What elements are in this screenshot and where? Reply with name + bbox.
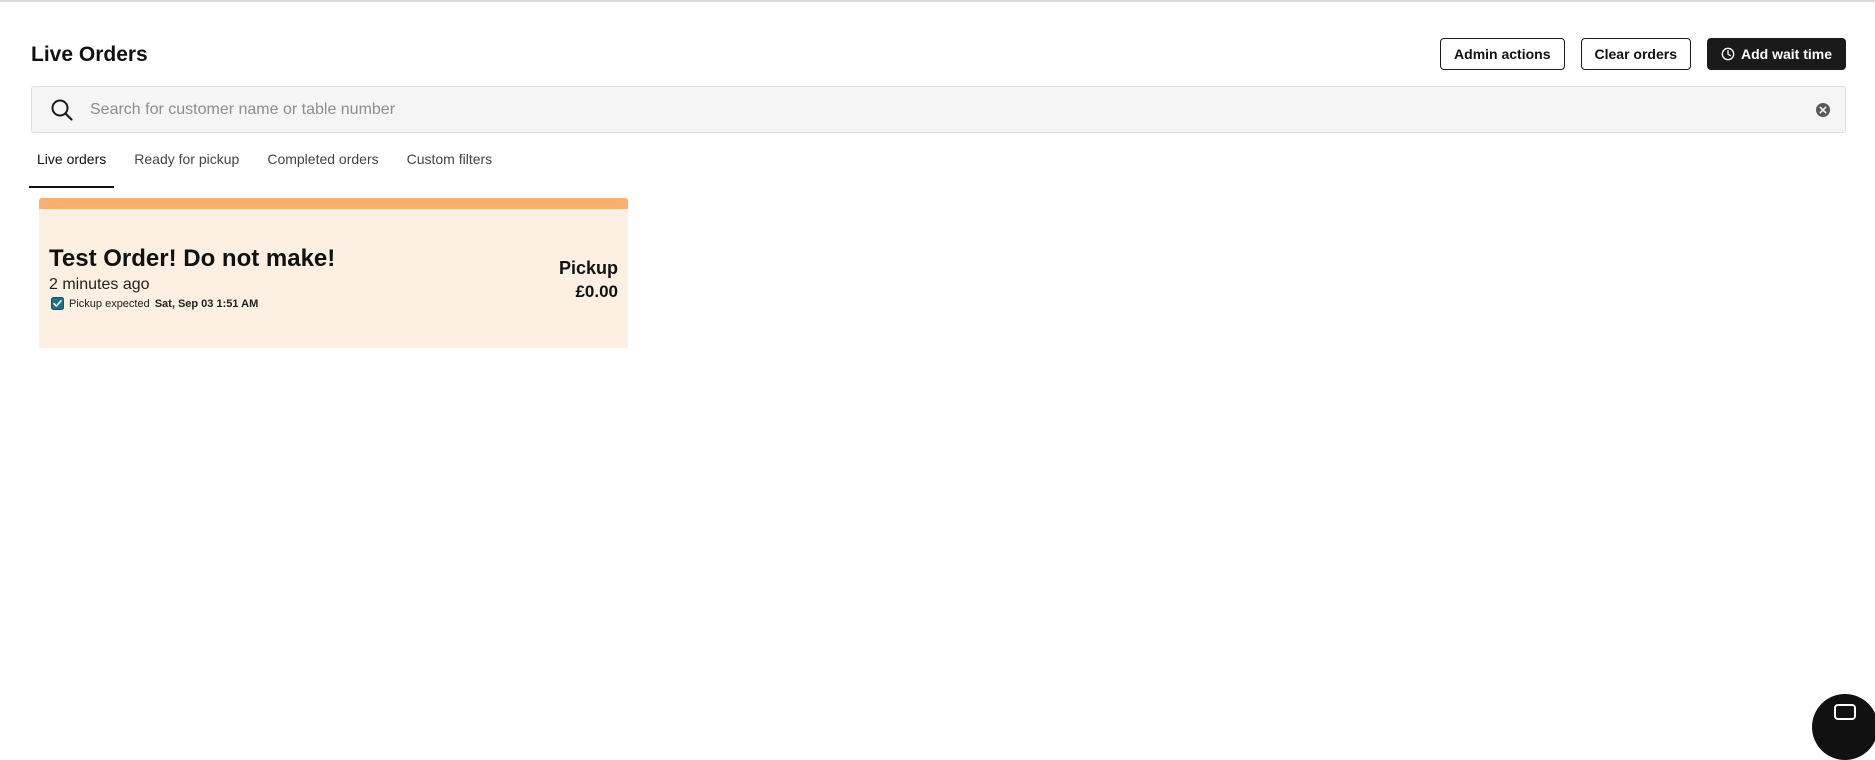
order-total: £0.00 (575, 282, 618, 301)
chat-launcher-button[interactable] (1812, 694, 1875, 760)
search-input[interactable] (90, 87, 1790, 132)
close-circle-icon[interactable] (1815, 102, 1831, 118)
search-bar (31, 86, 1846, 133)
order-tabs: Live orders Ready for pickup Completed o… (29, 143, 520, 188)
checkbox-checked-icon (51, 297, 64, 310)
pickup-expected-date: Sat, Sep 03 1:51 AM (154, 297, 259, 310)
tab-live-orders[interactable]: Live orders (29, 143, 115, 188)
order-time-ago: 2 minutes ago (49, 276, 150, 293)
tab-custom-filters[interactable]: Custom filters (407, 143, 493, 186)
pickup-expected-label: Pickup expected (69, 297, 150, 310)
order-card[interactable]: Test Order! Do not make! 2 minutes ago P… (39, 198, 628, 348)
top-divider (0, 0, 1875, 2)
clear-orders-button[interactable]: Clear orders (1580, 38, 1691, 70)
tab-ready-for-pickup[interactable]: Ready for pickup (134, 143, 239, 186)
chat-icon (1834, 704, 1856, 720)
tab-completed-orders[interactable]: Completed orders (267, 143, 378, 186)
page-title: Live Orders (31, 43, 148, 66)
admin-actions-button[interactable]: Admin actions (1440, 38, 1565, 70)
search-icon (51, 99, 73, 121)
pickup-expected: Pickup expected Sat, Sep 03 1:51 AM (51, 297, 258, 310)
order-status-stripe (39, 198, 628, 209)
add-wait-time-button[interactable]: Add wait time (1706, 38, 1846, 70)
header-actions: Admin actions Clear orders Add wait time (1440, 38, 1846, 70)
clock-icon (1721, 47, 1735, 61)
order-name: Test Order! Do not make! (49, 245, 336, 272)
order-type: Pickup (558, 258, 618, 278)
clear-orders-label: Clear orders (1594, 46, 1677, 62)
add-wait-time-label: Add wait time (1740, 46, 1832, 62)
admin-actions-label: Admin actions (1454, 46, 1551, 62)
